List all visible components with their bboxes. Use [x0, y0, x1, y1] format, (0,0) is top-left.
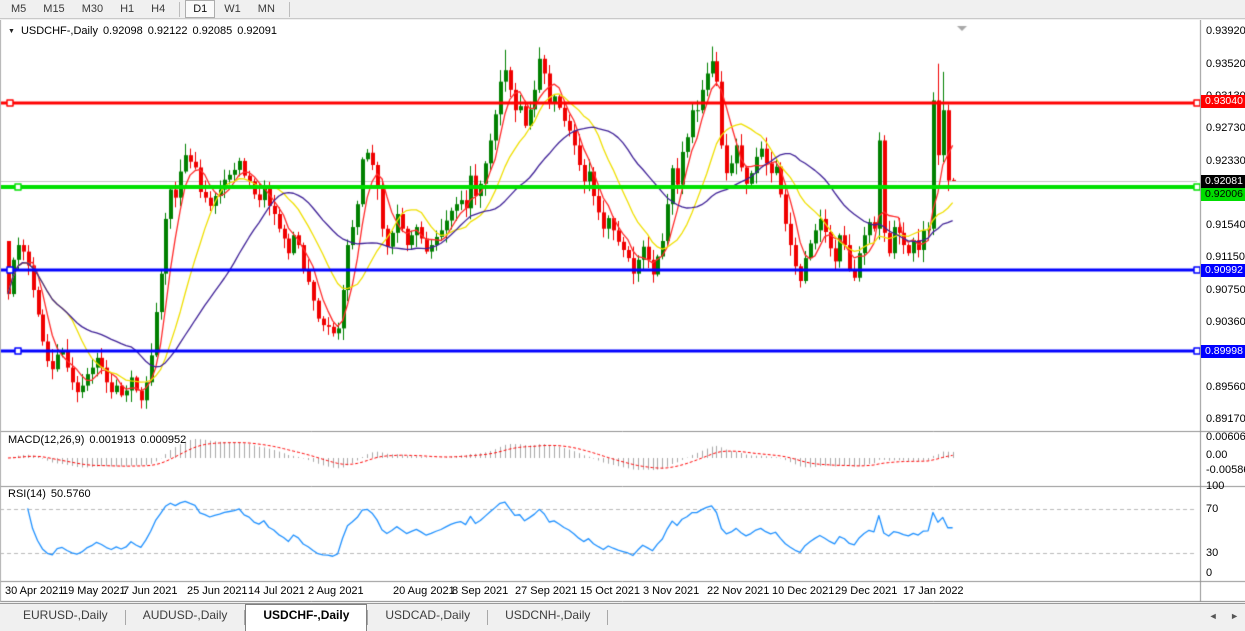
date-axis-label: 27 Sep 2021: [515, 585, 577, 597]
date-axis-label: 22 Nov 2021: [707, 585, 769, 597]
price-level-badge: 0.92006: [1201, 188, 1245, 201]
date-axis-label: 20 Aug 2021: [393, 585, 455, 597]
timeframe-toolbar: M5M15M30H1H4 D1W1MN: [0, 0, 1245, 19]
rsi-name: RSI(14): [8, 488, 46, 500]
price-axis-tick-label: 0.006068: [1206, 431, 1245, 443]
price-axis-tick-label: 0.93520: [1206, 58, 1245, 70]
timeframe-button-m15[interactable]: M15: [35, 0, 72, 18]
price-axis-tick-label: 0.89170: [1206, 413, 1245, 425]
tab-separator: [607, 610, 608, 625]
chart-tab-eurusd[interactable]: EURUSD-,Daily: [6, 604, 125, 631]
date-axis-label: 8 Sep 2021: [452, 585, 508, 597]
rsi-indicator-label: RSI(14) 50.5760: [8, 488, 91, 500]
date-axis-label: 29 Dec 2021: [835, 585, 897, 597]
macd-indicator-label: MACD(12,26,9) 0.001913 0.000952: [8, 434, 186, 446]
toolbar-separator: [179, 2, 180, 17]
macd-name: MACD(12,26,9): [8, 434, 84, 446]
timeframe-button-mn[interactable]: MN: [250, 0, 283, 18]
ohlc-close: 0.92091: [237, 25, 277, 37]
price-axis-tick-label: 100: [1206, 480, 1224, 492]
timeframe-button-w1[interactable]: W1: [216, 0, 249, 18]
price-axis-tick-label: 70: [1206, 503, 1218, 515]
date-axis-label: 17 Jan 2022: [903, 585, 964, 597]
timeframe-button-m30[interactable]: M30: [74, 0, 111, 18]
timeframe-button-d1[interactable]: D1: [185, 0, 215, 18]
date-axis-label: 19 May 2021: [62, 585, 126, 597]
rsi-value: 50.5760: [51, 488, 91, 500]
price-axis-tick-label: 0.93920: [1206, 25, 1245, 37]
chart-title: ▼ USDCHF-,Daily 0.92098 0.92122 0.92085 0.920…: [8, 25, 277, 37]
date-axis-label: 30 Apr 2021: [5, 585, 64, 597]
price-axis-tick-label: 30: [1206, 547, 1218, 559]
price-level-badge: 0.92081: [1201, 175, 1245, 188]
tab-scroll-controls: ◄ ►: [1199, 611, 1239, 621]
timeframe-button-h4[interactable]: H4: [143, 0, 173, 18]
tab-scroll-left-icon[interactable]: ◄: [1209, 611, 1218, 621]
price-chart-canvas[interactable]: [0, 20, 1245, 602]
price-axis-tick-label: 0: [1206, 567, 1212, 579]
date-axis-label: 10 Dec 2021: [772, 585, 834, 597]
price-level-badge: 0.90992: [1201, 264, 1245, 277]
price-axis-tick-label: 0.91540: [1206, 219, 1245, 231]
chart-tab-bar: EURUSD-,DailyAUDUSD-,DailyUSDCHF-,DailyU…: [0, 603, 1245, 631]
chart-tab-audusd[interactable]: AUDUSD-,Daily: [126, 604, 245, 631]
macd-signal-value: 0.000952: [140, 434, 186, 446]
ohlc-open: 0.92098: [103, 25, 143, 37]
timeframe-button-m5[interactable]: M5: [3, 0, 34, 18]
symbol-label: USDCHF-,Daily: [21, 25, 98, 37]
chevron-down-icon[interactable]: ▼: [8, 28, 15, 35]
price-axis-tick-label: 0.90750: [1206, 284, 1245, 296]
price-axis-tick-label: 0.00: [1206, 449, 1227, 461]
chart-tab-usdcad[interactable]: USDCAD-,Daily: [368, 604, 487, 631]
macd-main-value: 0.001913: [89, 434, 135, 446]
price-axis-tick-label: 0.89560: [1206, 381, 1245, 393]
date-axis-label: 3 Nov 2021: [643, 585, 699, 597]
price-level-badge: 0.89998: [1201, 345, 1245, 358]
date-axis-label: 7 Jun 2021: [123, 585, 177, 597]
price-axis-tick-label: 0.91150: [1206, 251, 1245, 263]
price-axis-tick-label: 0.90360: [1206, 316, 1245, 328]
price-level-badge: 0.93040: [1201, 95, 1245, 108]
ohlc-low: 0.92085: [192, 25, 232, 37]
chart-region: ▼ USDCHF-,Daily 0.92098 0.92122 0.92085 0.920…: [0, 20, 1245, 602]
date-axis-label: 14 Jul 2021: [248, 585, 305, 597]
ohlc-high: 0.92122: [148, 25, 188, 37]
date-axis-label: 2 Aug 2021: [308, 585, 364, 597]
chart-tab-usdcnh[interactable]: USDCNH-,Daily: [488, 604, 607, 631]
timeframe-button-h1[interactable]: H1: [112, 0, 142, 18]
price-axis-tick-label: -0.005869: [1206, 464, 1245, 476]
chart-tab-usdchf[interactable]: USDCHF-,Daily: [245, 604, 367, 631]
price-axis-tick-label: 0.92730: [1206, 122, 1245, 134]
date-axis-label: 15 Oct 2021: [580, 585, 640, 597]
price-axis-tick-label: 0.92330: [1206, 155, 1245, 167]
date-axis-label: 25 Jun 2021: [187, 585, 248, 597]
toolbar-separator: [289, 2, 290, 17]
tab-scroll-right-icon[interactable]: ►: [1230, 611, 1239, 621]
